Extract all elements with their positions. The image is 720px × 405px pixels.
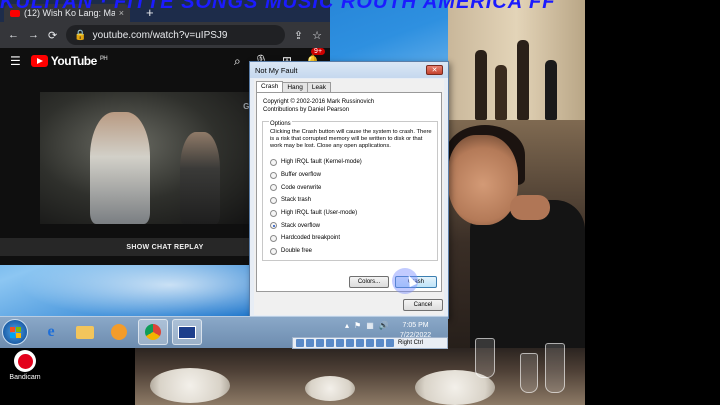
url-field[interactable]: 🔒 youtube.com/watch?v=uIPSJ9 [66, 25, 285, 45]
share-icon[interactable]: ⇪ [294, 29, 303, 42]
youtube-region: PH [99, 56, 108, 62]
crash-type-options: High IRQL fault (Kernel-mode) Buffer ove… [270, 156, 362, 258]
audio-icon[interactable] [316, 339, 324, 347]
crash-tab-panel: Copyright © 2002-2016 Mark Russinovich C… [256, 92, 442, 292]
plate [305, 376, 355, 401]
wine-glass [545, 343, 565, 393]
network-icon[interactable]: ▦ [366, 321, 374, 330]
url-text: youtube.com/watch?v=uIPSJ9 [92, 29, 228, 41]
plate [150, 368, 230, 403]
woman-arm [510, 195, 550, 220]
shared-folders-icon[interactable] [346, 339, 354, 347]
contributions-text: Contributions by Daniel Pearson [263, 107, 350, 113]
wine-glass [520, 353, 538, 393]
radio-button[interactable] [270, 234, 277, 242]
back-icon[interactable]: ← [8, 29, 19, 41]
crash-warning-text: Clicking the Crash button will cause the… [270, 129, 432, 149]
media-player-icon[interactable] [104, 319, 134, 345]
address-bar-row: ← → ⟳ 🔒 youtube.com/watch?v=uIPSJ9 ⇪ ☆ [0, 22, 330, 48]
option-buffer-overflow[interactable]: Buffer overflow [270, 169, 362, 182]
hard-disk-icon[interactable] [296, 339, 304, 347]
lock-icon: 🔒 [74, 29, 87, 41]
colors-button[interactable]: Colors... [349, 276, 389, 288]
cancel-button[interactable]: Cancel [403, 299, 443, 311]
radio-button[interactable] [270, 158, 277, 166]
options-group: Options Clicking the Crash button will c… [262, 121, 438, 261]
overlay-marquee-text: KULITAN · FITTE SONGS MUSIC ROUTH AMERIC… [0, 0, 556, 11]
notification-count-badge: 9+ [311, 48, 326, 55]
toolbar-icons: ⇪ ☆ [294, 29, 322, 42]
system-tray: ▴ ⚑ ▦ 🔊 [345, 321, 389, 330]
not-my-fault-dialog: Not My Fault ✕ Crash Hang Leak Copyright… [249, 61, 449, 319]
option-stack-trash[interactable]: Stack trash [270, 194, 362, 207]
option-high-irql-kernel[interactable]: High IRQL fault (Kernel-mode) [270, 156, 362, 169]
action-center-icon[interactable]: ⚑ [354, 321, 361, 330]
start-button[interactable] [2, 319, 28, 345]
search-icon[interactable]: ⌕ [234, 54, 241, 69]
dialog-titlebar[interactable]: Not My Fault ✕ [250, 62, 448, 78]
notmyfault-taskbar-icon[interactable] [172, 319, 202, 345]
option-hardcoded-breakpoint[interactable]: Hardcoded breakpoint [270, 232, 362, 245]
bookmark-star-icon[interactable]: ☆ [312, 29, 322, 42]
network-adapter-icon[interactable] [326, 339, 334, 347]
optical-drive-icon[interactable] [306, 339, 314, 347]
virtualbox-status-bar: Right Ctrl [292, 337, 448, 349]
recording-icon[interactable] [366, 339, 374, 347]
dialog-close-button[interactable]: ✕ [426, 65, 443, 75]
windows-logo-icon [10, 327, 21, 338]
clock-time: 7:05 PM [402, 322, 429, 329]
video-player[interactable]: GM [40, 92, 256, 224]
internet-explorer-icon[interactable]: e [36, 319, 66, 345]
cpu-icon[interactable] [376, 339, 384, 347]
dinner-table [135, 338, 585, 405]
woman-face [448, 135, 518, 225]
volume-icon[interactable]: 🔊 [379, 321, 389, 330]
video-figure [90, 112, 150, 224]
radio-button[interactable] [270, 171, 277, 179]
bandicam-widget[interactable]: Bandicam [5, 350, 45, 382]
youtube-logo[interactable]: YouTube PH [30, 54, 108, 68]
tab-crash[interactable]: Crash [256, 81, 284, 92]
tray-expand-icon[interactable]: ▴ [345, 321, 349, 330]
credits: Copyright © 2002-2016 Mark Russinovich C… [263, 98, 374, 114]
host-key-label: Right Ctrl [398, 340, 424, 346]
chrome-taskbar-icon[interactable] [138, 319, 168, 345]
file-explorer-icon[interactable] [70, 319, 100, 345]
youtube-play-icon [30, 55, 48, 67]
wine-glass [475, 338, 495, 378]
radio-button[interactable] [270, 184, 277, 192]
hamburger-menu-icon[interactable]: ☰ [10, 54, 21, 68]
record-icon [14, 350, 36, 372]
option-stack-overflow[interactable]: Stack overflow [270, 219, 362, 232]
radio-button[interactable] [270, 247, 277, 255]
radio-button[interactable] [270, 196, 277, 204]
options-label: Options [269, 121, 292, 127]
youtube-logo-text: YouTube [50, 54, 98, 68]
option-double-free[interactable]: Double free [270, 245, 362, 258]
option-code-overwrite[interactable]: Code overwrite [270, 181, 362, 194]
display-icon[interactable] [356, 339, 364, 347]
reload-icon[interactable]: ⟳ [48, 29, 57, 42]
mouse-integration-icon[interactable] [386, 339, 394, 347]
radio-button[interactable] [270, 209, 277, 217]
forward-icon[interactable]: → [28, 29, 39, 41]
wine-bottles [455, 30, 575, 120]
bandicam-label: Bandicam [9, 374, 41, 381]
copyright-text: Copyright © 2002-2016 Mark Russinovich [263, 99, 375, 105]
video-figure [180, 132, 220, 224]
usb-icon[interactable] [336, 339, 344, 347]
option-high-irql-user[interactable]: High IRQL fault (User-mode) [270, 207, 362, 220]
black-border-right [585, 0, 720, 405]
dialog-title: Not My Fault [255, 65, 298, 75]
radio-button-selected[interactable] [270, 222, 277, 230]
